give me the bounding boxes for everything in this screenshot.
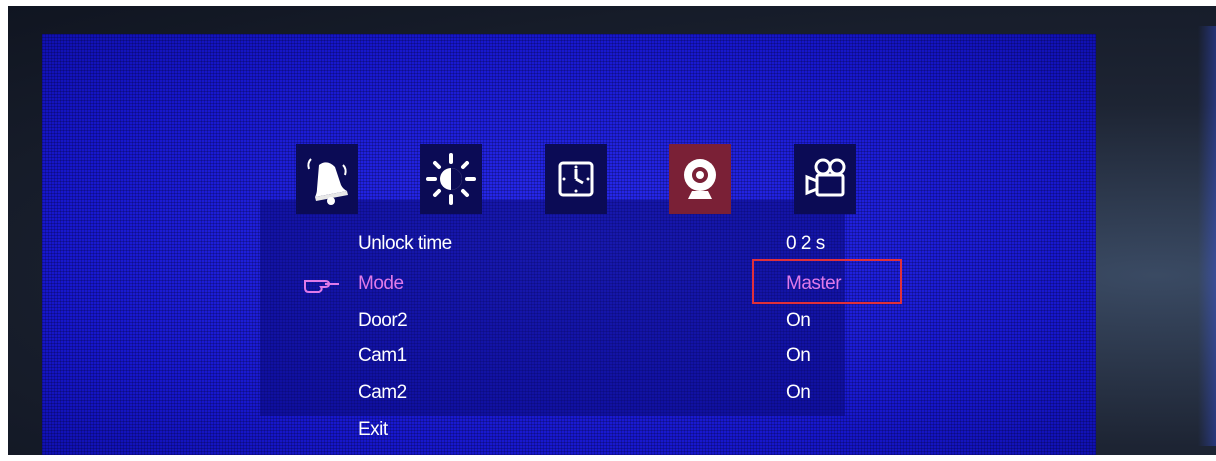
tab-clock[interactable] bbox=[545, 144, 607, 214]
webcam-icon bbox=[684, 159, 716, 199]
video-camera-icon bbox=[805, 158, 846, 197]
menu-row-value: On bbox=[786, 310, 811, 331]
menu-row-label: Exit bbox=[358, 419, 388, 440]
tab-brightness[interactable] bbox=[420, 144, 482, 214]
menu-row-cam1[interactable]: Cam1 On bbox=[358, 340, 878, 372]
tab-recording[interactable] bbox=[794, 144, 856, 214]
tab-ring[interactable] bbox=[296, 144, 358, 214]
screen-edge-glow bbox=[1198, 26, 1216, 446]
settings-icon-bar bbox=[296, 144, 876, 224]
bell-icon bbox=[307, 158, 348, 205]
menu-row-label: Door2 bbox=[358, 310, 408, 331]
tab-camera-settings[interactable] bbox=[669, 144, 731, 214]
menu-row-label: Cam1 bbox=[358, 345, 407, 366]
annotation-highlight-box bbox=[752, 259, 902, 304]
menu-row-cam2[interactable]: Cam2 On bbox=[358, 377, 878, 409]
menu-row-exit[interactable]: Exit bbox=[358, 414, 878, 446]
pointing-hand-icon bbox=[304, 280, 339, 293]
clock-icon bbox=[558, 161, 594, 197]
menu-row-door2[interactable]: Door2 On bbox=[358, 305, 878, 337]
menu-row-value: On bbox=[786, 382, 811, 403]
brightness-icon bbox=[426, 153, 476, 205]
menu-row-value: 0 2 s bbox=[786, 233, 825, 254]
menu-row-label: Mode bbox=[358, 273, 404, 294]
menu-row-label: Cam2 bbox=[358, 382, 407, 403]
menu-row-unlock-time[interactable]: Unlock time 0 2 s bbox=[358, 228, 878, 260]
menu-row-label: Unlock time bbox=[358, 233, 452, 254]
menu-row-value: On bbox=[786, 345, 811, 366]
